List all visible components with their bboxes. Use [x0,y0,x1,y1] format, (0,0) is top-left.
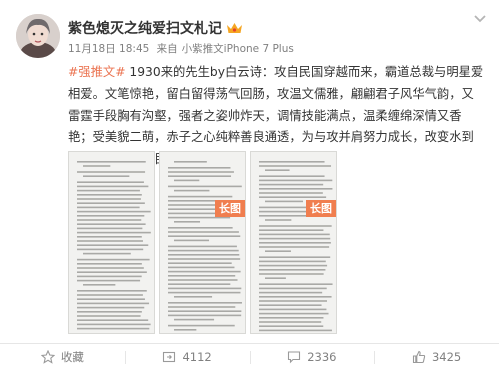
long-image-badge: 长图 [306,200,336,217]
avatar[interactable] [16,14,60,58]
chevron-down-icon[interactable] [473,14,487,24]
repost-button[interactable]: 4112 [124,344,250,370]
action-bar: 收藏 4112 2336 3425 [0,343,499,370]
repost-icon [163,351,176,363]
text-page-thumbnail [77,161,151,330]
source-prefix: 来自 [156,43,178,55]
star-icon [40,350,55,364]
post-meta: 11月18日 18:45 来自 小紫推文iPhone 7 Plus [68,41,298,56]
comment-count: 2336 [307,350,337,364]
comment-button[interactable]: 2336 [249,344,375,370]
post-source: 小紫推文iPhone 7 Plus [181,43,294,55]
user-name[interactable]: 紫色熄灭之纯爱扫文札记 [68,18,222,38]
post-date[interactable]: 11月18日 18:45 [68,43,149,55]
image-grid: 长图 长图 [68,151,338,334]
post-image[interactable]: 长图 [159,151,246,334]
repost-count: 4112 [182,350,212,364]
vip-crown-icon[interactable] [226,21,243,35]
topic-link[interactable]: #强推文# [68,65,126,79]
favorite-button[interactable]: 收藏 [0,344,125,370]
text-page-thumbnail [168,161,242,331]
favorite-label: 收藏 [60,350,84,364]
comment-icon [288,351,301,364]
user-row: 紫色熄灭之纯爱扫文札记 [68,19,243,37]
long-image-badge: 长图 [215,200,245,217]
text-page-thumbnail [259,161,333,332]
post-image[interactable]: 长图 [250,151,337,334]
like-button[interactable]: 3425 [374,344,499,370]
weibo-post-card: 紫色熄灭之纯爱扫文札记 11月18日 18:45 来自 小紫推文iPhone 7 … [0,0,499,374]
like-count: 3425 [431,350,462,364]
post-image[interactable] [68,151,155,334]
thumbs-up-icon [412,350,426,364]
